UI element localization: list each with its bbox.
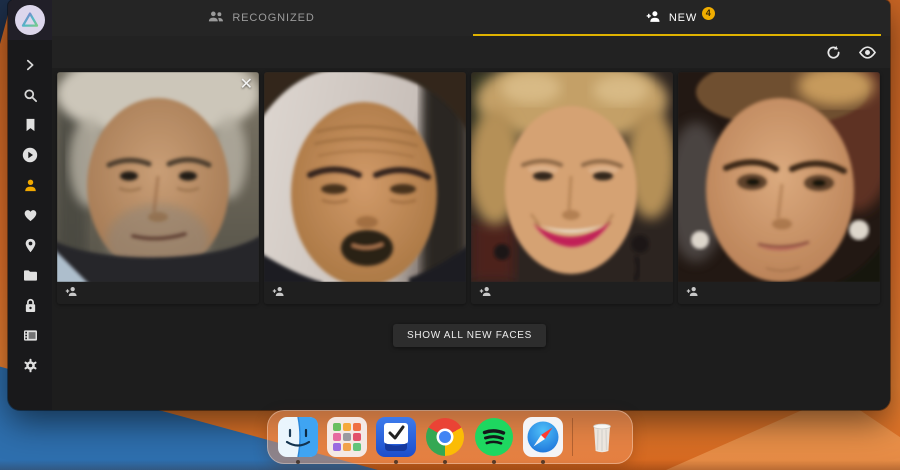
- new-count-badge: 4: [702, 7, 715, 20]
- sidebar-item-private[interactable]: [8, 290, 52, 320]
- sidebar: [8, 0, 52, 410]
- dock-finder-icon[interactable]: [278, 417, 318, 457]
- tab-recognized[interactable]: RECOGNIZED: [52, 0, 471, 36]
- face-thumbnail[interactable]: [471, 72, 673, 282]
- person-add-icon[interactable]: [272, 284, 285, 302]
- face-thumbnail[interactable]: [264, 72, 466, 282]
- folder-icon: [23, 269, 38, 282]
- face-card-footer: [57, 282, 259, 304]
- tab-label: NEW: [669, 12, 697, 24]
- people-icon: [208, 10, 224, 26]
- app-logo[interactable]: [8, 0, 52, 40]
- dock-safari-icon[interactable]: [523, 417, 563, 457]
- face-card-footer: [678, 282, 880, 304]
- face-card-footer: [264, 282, 466, 304]
- dock-separator: [572, 418, 573, 456]
- sidebar-item-places[interactable]: [8, 230, 52, 260]
- faces-content: ✕: [52, 68, 890, 410]
- person-add-icon[interactable]: [479, 284, 492, 302]
- dock-launchpad-icon[interactable]: [327, 417, 367, 457]
- sidebar-item-library[interactable]: [8, 320, 52, 350]
- refresh-icon[interactable]: [826, 45, 841, 60]
- person-add-icon[interactable]: [686, 284, 699, 302]
- play-circle-icon: [22, 147, 38, 163]
- tab-bar: RECOGNIZED NEW 4: [52, 0, 890, 36]
- dock-spotify-icon[interactable]: [474, 417, 514, 457]
- sidebar-item-people[interactable]: [8, 170, 52, 200]
- face-cards: ✕: [57, 72, 882, 304]
- close-icon[interactable]: ✕: [240, 76, 253, 92]
- tab-label: RECOGNIZED: [232, 12, 314, 24]
- photoprism-window: RECOGNIZED NEW 4: [8, 0, 890, 410]
- show-all-new-faces-button[interactable]: SHOW ALL NEW FACES: [393, 324, 546, 347]
- eye-icon[interactable]: [859, 46, 876, 59]
- prism-logo-icon: [15, 5, 45, 35]
- chevron-right-icon: [23, 58, 37, 72]
- sidebar-item-search[interactable]: [8, 80, 52, 110]
- dock-chrome-icon[interactable]: [425, 417, 465, 457]
- face-card[interactable]: ✕: [57, 72, 259, 304]
- film-strip-icon: [23, 329, 38, 342]
- show-all-wrap: SHOW ALL NEW FACES: [57, 324, 882, 347]
- dock-things-icon[interactable]: [376, 417, 416, 457]
- sidebar-item-settings[interactable]: [8, 350, 52, 380]
- face-thumbnail[interactable]: ✕: [57, 72, 259, 282]
- tab-new[interactable]: NEW 4: [471, 0, 890, 36]
- sidebar-item-albums[interactable]: [8, 110, 52, 140]
- main-panel: RECOGNIZED NEW 4: [52, 0, 890, 410]
- face-card[interactable]: [471, 72, 673, 304]
- tab-active-underline: [473, 34, 881, 36]
- lock-icon: [24, 298, 37, 313]
- sidebar-item-videos[interactable]: [8, 140, 52, 170]
- sidebar-item-favorites[interactable]: [8, 200, 52, 230]
- chrome-logo: [426, 418, 464, 456]
- face-card-footer: [471, 282, 673, 304]
- sidebar-item-expand[interactable]: [8, 50, 52, 80]
- bookmark-icon: [24, 118, 37, 132]
- dock: [267, 410, 633, 464]
- face-thumbnail[interactable]: [678, 72, 880, 282]
- person-add-icon[interactable]: [65, 284, 78, 302]
- person-add-icon: [646, 10, 661, 26]
- gear-icon: [23, 358, 38, 373]
- heart-icon: [23, 208, 38, 222]
- search-icon: [23, 88, 38, 103]
- face-card[interactable]: [264, 72, 466, 304]
- sidebar-item-folders[interactable]: [8, 260, 52, 290]
- desktop: RECOGNIZED NEW 4: [0, 0, 900, 470]
- location-pin-icon: [24, 238, 37, 253]
- person-icon: [23, 178, 38, 193]
- toolbar: [52, 36, 890, 68]
- face-card[interactable]: [678, 72, 880, 304]
- sidebar-nav: [8, 50, 52, 380]
- dock-trash-icon[interactable]: [582, 417, 622, 457]
